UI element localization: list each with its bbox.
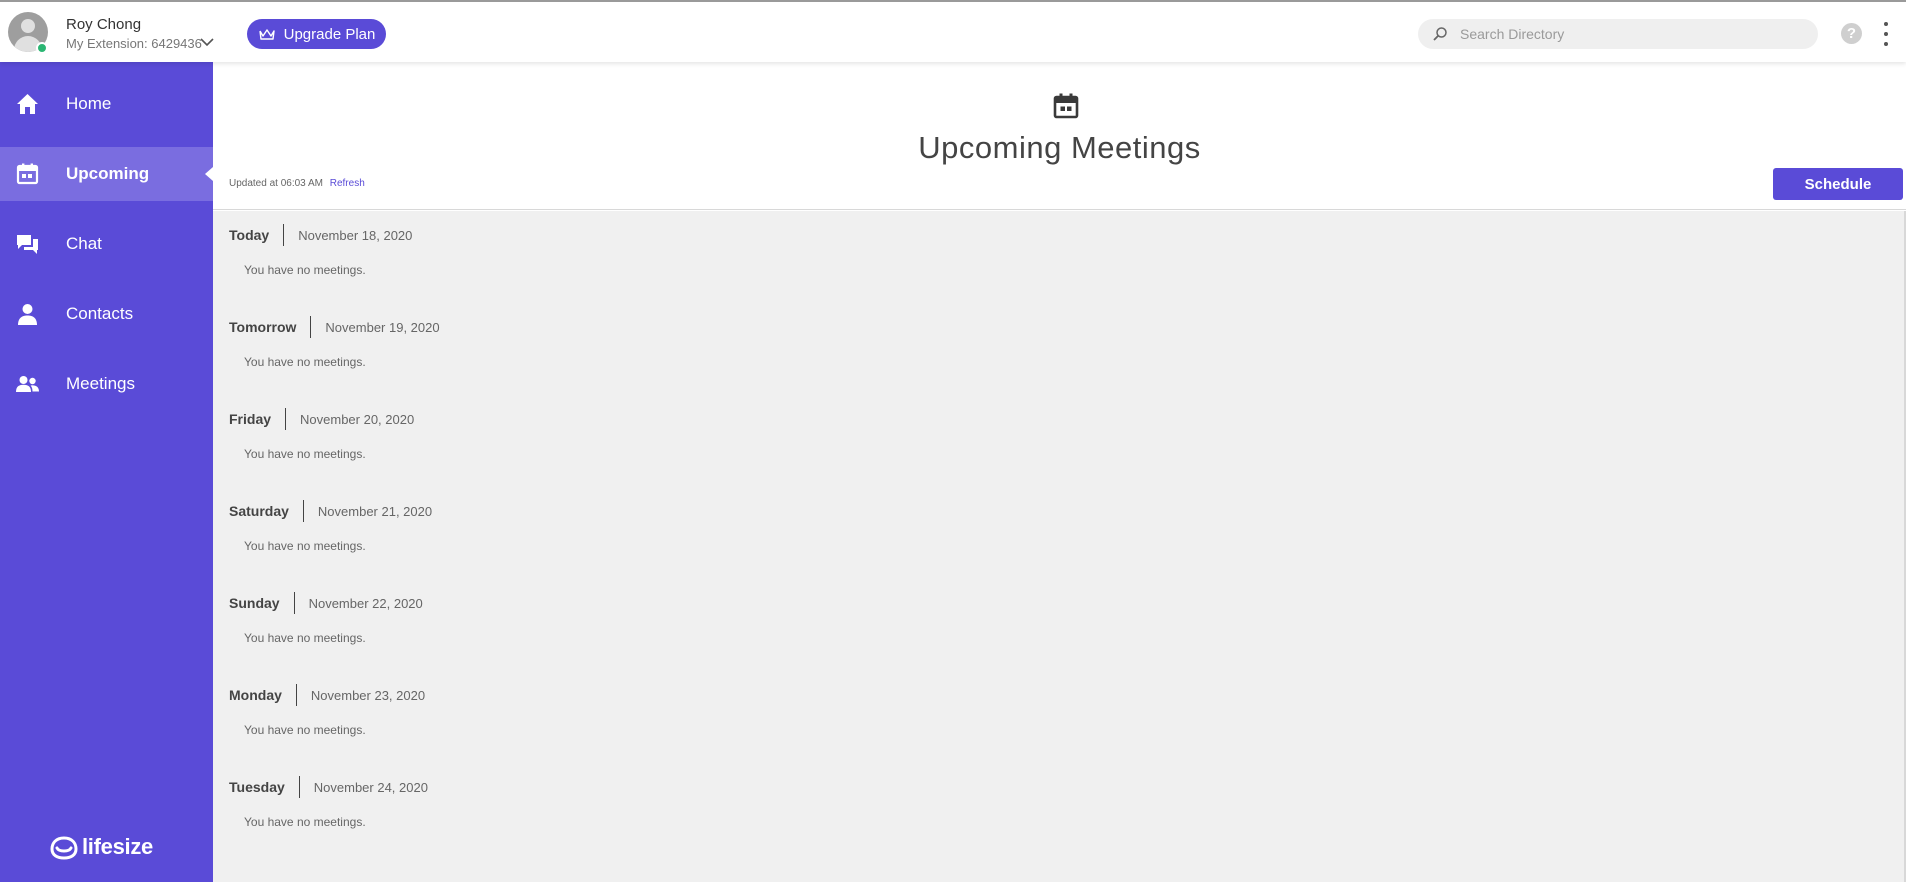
day-date: November 20, 2020 [300, 411, 415, 427]
more-options-icon[interactable] [1880, 22, 1892, 46]
day-header: Monday November 23, 2020 [229, 684, 425, 706]
presence-status-dot [36, 42, 48, 54]
updated-status: Updated at 06:03 AM Refresh [229, 178, 365, 189]
day-date: November 22, 2020 [308, 595, 423, 611]
meetings-list: Today November 18, 2020 You have no meet… [213, 211, 1906, 882]
no-meetings-message: You have no meetings. [244, 263, 366, 277]
day-date: November 19, 2020 [325, 319, 440, 335]
no-meetings-message: You have no meetings. [244, 631, 366, 645]
day-name: Sunday [229, 595, 280, 611]
day-name: Saturday [229, 503, 289, 519]
sidebar-item-meetings[interactable]: Meetings [0, 357, 213, 411]
updated-time-text: Updated at 06:03 AM [229, 178, 323, 189]
sidebar-item-label: Contacts [66, 304, 134, 323]
day-divider [295, 684, 297, 706]
chevron-down-icon[interactable] [198, 35, 216, 49]
day-header: Sunday November 22, 2020 [229, 592, 423, 614]
people-icon [16, 376, 39, 392]
calendar-icon [16, 163, 39, 185]
page-title: Upcoming Meetings [918, 130, 1201, 165]
calendar-icon [1053, 93, 1079, 119]
page-header: Upcoming Meetings Updated at 06:03 AM Re… [213, 62, 1906, 210]
no-meetings-message: You have no meetings. [244, 815, 366, 829]
day-name: Today [229, 227, 270, 243]
help-icon[interactable]: ? [1841, 23, 1862, 44]
logo-text: lifesize [82, 834, 153, 859]
day-section-tuesday: Tuesday November 24, 2020 You have no me… [229, 776, 929, 868]
day-date: November 23, 2020 [310, 687, 426, 703]
upgrade-plan-button[interactable]: Upgrade Plan [247, 19, 386, 49]
day-section-friday: Friday November 20, 2020 You have no mee… [229, 408, 929, 500]
person-icon [18, 304, 37, 325]
day-divider [302, 500, 304, 522]
top-header: Roy Chong My Extension: 6429436 Upgrade … [0, 0, 1906, 62]
day-section-monday: Monday November 23, 2020 You have no mee… [229, 684, 929, 776]
day-divider [283, 224, 285, 246]
day-date: November 18, 2020 [298, 227, 413, 243]
day-date: November 24, 2020 [313, 779, 428, 795]
day-section-saturday: Saturday November 21, 2020 You have no m… [229, 500, 929, 592]
day-divider [310, 316, 312, 338]
day-divider [298, 776, 300, 798]
sidebar-item-label: Meetings [66, 374, 135, 393]
no-meetings-message: You have no meetings. [244, 723, 366, 737]
search-directory-box[interactable] [1418, 19, 1818, 49]
sidebar-item-upcoming[interactable]: Upcoming [0, 147, 213, 201]
day-section-sunday: Sunday November 22, 2020 You have no mee… [229, 592, 929, 684]
day-divider [293, 592, 295, 614]
day-name: Tomorrow [229, 319, 297, 335]
no-meetings-message: You have no meetings. [244, 355, 366, 369]
refresh-link[interactable]: Refresh [330, 178, 365, 189]
sidebar: Home Upcoming Chat Contacts Meetings lif… [0, 62, 213, 882]
sidebar-item-label: Upcoming [66, 164, 150, 183]
crown-icon [258, 29, 275, 40]
day-name: Friday [229, 411, 272, 427]
day-name: Monday [229, 687, 282, 703]
day-section-tomorrow: Tomorrow November 19, 2020 You have no m… [229, 316, 929, 408]
home-icon [17, 94, 38, 114]
user-extension: My Extension: 6429436 [66, 36, 202, 51]
day-name: Tuesday [229, 779, 285, 795]
day-section-today: Today November 18, 2020 You have no meet… [229, 224, 929, 316]
day-header: Friday November 20, 2020 [229, 408, 414, 430]
day-header: Tuesday November 24, 2020 [229, 776, 428, 798]
no-meetings-message: You have no meetings. [244, 539, 366, 553]
day-header: Saturday November 21, 2020 [229, 500, 432, 522]
no-meetings-message: You have no meetings. [244, 447, 366, 461]
chat-icon [17, 235, 38, 254]
day-header: Tomorrow November 19, 2020 [229, 316, 440, 338]
sidebar-item-chat[interactable]: Chat [0, 217, 213, 271]
sidebar-item-label: Chat [66, 234, 102, 253]
user-name: Roy Chong [66, 16, 142, 33]
lifesize-logo-icon [50, 836, 78, 860]
sidebar-item-label: Home [66, 94, 112, 113]
day-divider [285, 408, 287, 430]
search-directory-input[interactable] [1460, 19, 1800, 49]
day-header: Today November 18, 2020 [229, 224, 412, 246]
search-icon [1433, 27, 1447, 41]
sidebar-item-contacts[interactable]: Contacts [0, 287, 213, 341]
sidebar-item-home[interactable]: Home [0, 77, 213, 131]
upgrade-plan-label: Upgrade Plan [283, 25, 376, 43]
schedule-button[interactable]: Schedule [1773, 168, 1903, 200]
lifesize-logo: lifesize [50, 832, 153, 862]
day-date: November 21, 2020 [317, 503, 433, 519]
